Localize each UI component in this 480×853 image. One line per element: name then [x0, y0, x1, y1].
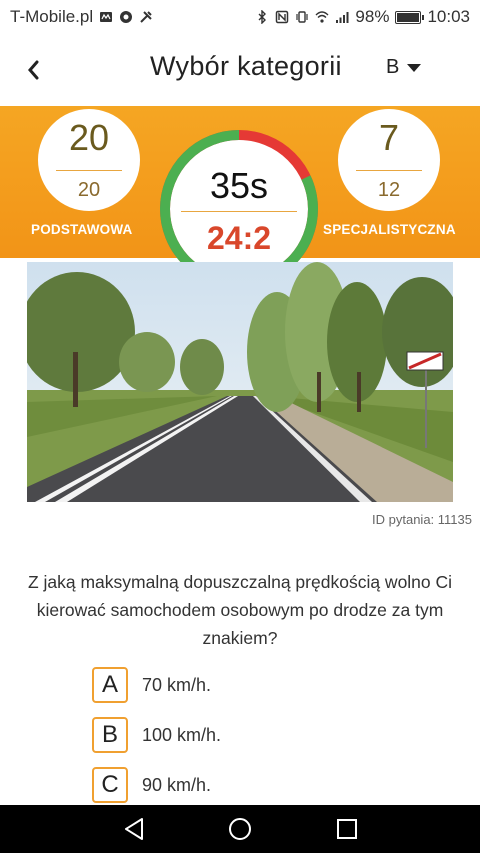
divider — [356, 170, 422, 171]
nav-home-icon[interactable] — [226, 815, 254, 843]
nav-recents-icon[interactable] — [333, 815, 361, 843]
answer-option-a[interactable]: A 70 km/h. — [92, 667, 211, 703]
back-button[interactable] — [18, 52, 48, 88]
caret-down-icon — [407, 63, 422, 72]
basic-score-circle: 20 20 — [38, 109, 140, 211]
chrome-icon — [120, 11, 133, 23]
timer-face: 35s 24:2 — [172, 142, 306, 276]
answer-letter: C — [92, 767, 128, 803]
category-value: B — [386, 56, 400, 78]
nav-back-icon[interactable] — [120, 815, 148, 843]
timer-seconds: 35s — [209, 165, 269, 206]
system-nav-bar — [0, 805, 480, 853]
battery-percent: 98% — [355, 7, 390, 26]
answer-letter: B — [92, 717, 128, 753]
question-text: Z jaką maksymalną dopuszczalną prędkości… — [27, 572, 453, 648]
carrier-label: T-Mobile.pl — [10, 7, 94, 26]
vibrate-icon — [296, 11, 309, 23]
question-id: ID pytania: 11135 — [372, 512, 472, 527]
divider — [181, 211, 297, 212]
battery-icon — [395, 10, 425, 24]
app-header: Wybór kategorii B — [0, 34, 480, 106]
divider — [56, 170, 122, 171]
drive-mode-icon — [100, 12, 113, 22]
question-ratio: 24:2 — [206, 220, 272, 256]
bluetooth-icon — [258, 10, 267, 24]
answer-option-b[interactable]: B 100 km/h. — [92, 717, 221, 753]
chevron-left-icon — [28, 60, 39, 80]
basic-score-total: 20 — [77, 179, 101, 201]
clock: 10:03 — [427, 7, 470, 26]
wifi-icon — [315, 11, 329, 23]
answer-text: 90 km/h. — [142, 774, 212, 795]
specialist-score-total: 12 — [377, 179, 401, 201]
specialist-score-circle: 7 12 — [338, 109, 440, 211]
answer-text: 70 km/h. — [142, 674, 212, 695]
specialist-label: SPECJALISTYCZNA — [323, 222, 456, 237]
specialist-score-value: 7 — [378, 117, 400, 158]
nfc-icon — [276, 10, 289, 24]
basic-score-value: 20 — [68, 117, 110, 158]
status-bar: T-Mobile.pl 98% 10:03 — [0, 0, 480, 34]
category-dropdown[interactable]: B — [386, 56, 422, 79]
tools-icon — [140, 11, 152, 23]
signal-icon — [336, 12, 349, 23]
answer-text: 100 km/h. — [142, 724, 222, 745]
answer-option-c[interactable]: C 90 km/h. — [92, 767, 211, 803]
page-title: Wybór kategorii — [150, 51, 342, 81]
basic-label: PODSTAWOWA — [31, 222, 133, 237]
question-image — [27, 262, 453, 502]
answer-letter: A — [92, 667, 128, 703]
